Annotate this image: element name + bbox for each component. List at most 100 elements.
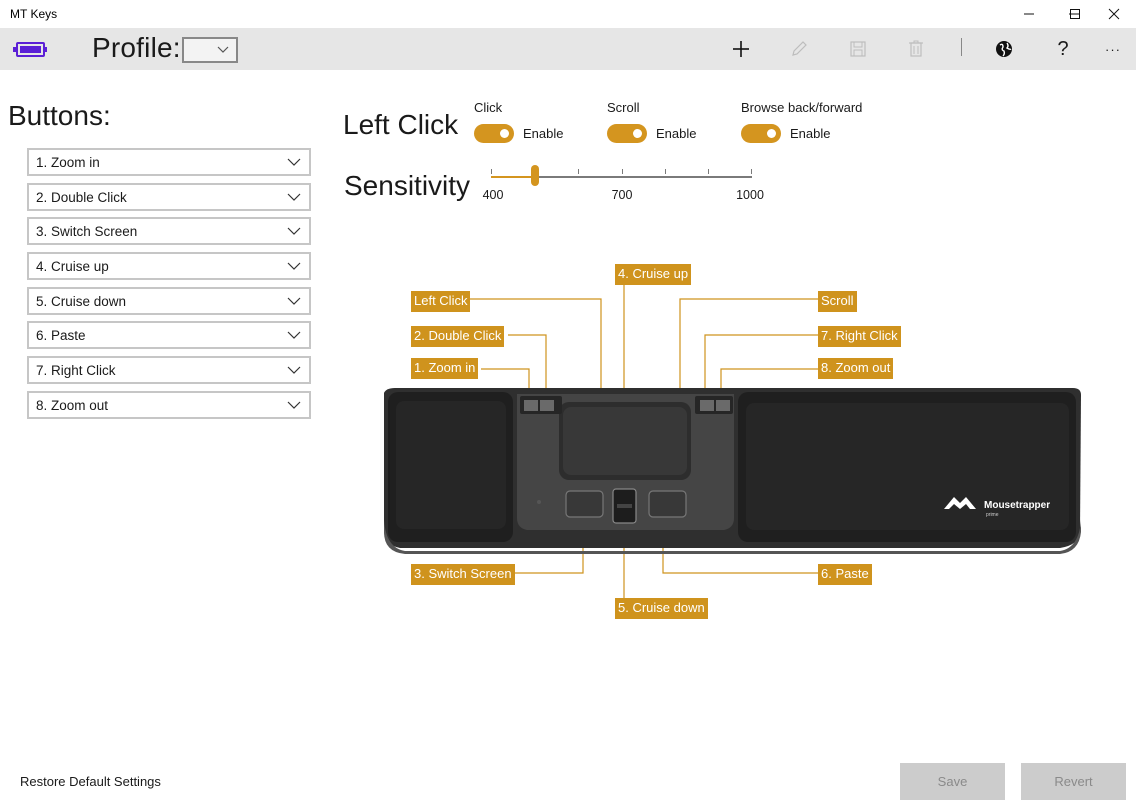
minimize-button-main[interactable]	[1006, 0, 1052, 28]
profile-label: Profile:	[92, 32, 181, 63]
dropdown-label: 6. Paste	[36, 328, 86, 343]
scroll-toggle-state: Enable	[656, 126, 697, 141]
browse-toggle-label: Browse back/forward	[741, 100, 863, 115]
slider-mid-label: 700	[611, 188, 633, 202]
button-5-dropdown[interactable]: 5. Cruise down	[27, 287, 311, 315]
click-toggle-group: Click Enable	[474, 100, 563, 143]
save-button[interactable]: Save	[900, 763, 1005, 800]
browse-toggle-group: Browse back/forward Enable	[741, 100, 863, 143]
edit-button[interactable]	[784, 35, 814, 63]
click-toggle[interactable]	[474, 124, 514, 143]
button-2-dropdown[interactable]: 2. Double Click	[27, 183, 311, 211]
slider-tick	[665, 169, 666, 174]
revert-button[interactable]: Revert	[1021, 763, 1126, 800]
delete-icon	[909, 40, 923, 57]
chevron-down-icon	[287, 262, 301, 270]
scroll-toggle-label: Scroll	[607, 100, 640, 115]
profile-select[interactable]	[182, 37, 238, 63]
button-1-dropdown[interactable]: 1. Zoom in	[27, 148, 311, 176]
maximize-icon	[1070, 9, 1080, 19]
dropdown-label: 3. Switch Screen	[36, 224, 138, 239]
slider-tick	[491, 169, 492, 174]
callout-switch-screen: 3. Switch Screen	[411, 564, 515, 585]
callout-zoom-in: 1. Zoom in	[411, 358, 479, 379]
globe-icon	[996, 41, 1012, 57]
add-button[interactable]	[726, 35, 756, 63]
more-button[interactable]: ···	[1098, 35, 1128, 63]
dropdown-label: 5. Cruise down	[36, 294, 127, 309]
click-toggle-label: Click	[474, 100, 503, 115]
callout-paste: 6. Paste	[818, 564, 872, 585]
callout-double-click: 2. Double Click	[411, 326, 505, 347]
callout-zoom-out: 8. Zoom out	[818, 358, 894, 379]
callout-right-click: 7. Right Click	[818, 326, 901, 347]
save-toolbar-button[interactable]	[843, 35, 873, 63]
toggle-knob	[633, 129, 642, 138]
chevron-down-icon	[287, 193, 301, 201]
sensitivity-slider-thumb[interactable]	[530, 165, 539, 186]
dropdown-label: 7. Right Click	[36, 363, 116, 378]
click-toggle-state: Enable	[523, 126, 564, 141]
toggle-knob	[767, 129, 776, 138]
window-title: MT Keys	[10, 7, 58, 21]
leader-switch-screen	[513, 506, 584, 574]
browse-toggle[interactable]	[741, 124, 781, 143]
slider-tick	[708, 169, 709, 174]
chevron-down-icon	[287, 366, 301, 374]
close-icon	[1108, 8, 1120, 20]
device-model: prime	[986, 512, 999, 518]
minimize-icon	[1024, 13, 1034, 15]
callout-cruise-up: 4. Cruise up	[615, 264, 692, 285]
title-bar: MT Keys	[0, 0, 1136, 28]
close-button[interactable]	[1091, 0, 1136, 28]
slider-tick	[751, 169, 752, 174]
restore-defaults-link[interactable]: Restore Default Settings	[20, 774, 161, 789]
scroll-toggle-group: Scroll Enable	[607, 100, 696, 143]
save-icon	[850, 41, 866, 57]
button-3-dropdown[interactable]: 3. Switch Screen	[27, 217, 311, 245]
add-icon	[733, 41, 749, 57]
chevron-down-icon	[217, 46, 229, 53]
leader-right-click	[704, 334, 819, 406]
sensitivity-slider-fill	[491, 176, 535, 178]
slider-max-label: 1000	[736, 188, 764, 202]
button-8-dropdown[interactable]: 8. Zoom out	[27, 391, 311, 419]
chevron-down-icon	[287, 401, 301, 409]
toggle-knob	[500, 129, 509, 138]
edit-icon	[792, 41, 807, 56]
dropdown-label: 1. Zoom in	[36, 155, 100, 170]
button-4-dropdown[interactable]: 4. Cruise up	[27, 252, 311, 280]
browse-toggle-state: Enable	[790, 126, 831, 141]
slider-tick	[578, 169, 579, 174]
callout-left-click: Left Click	[411, 291, 471, 312]
buttons-heading: Buttons:	[8, 100, 111, 131]
leader-left-click	[470, 298, 602, 450]
leader-scroll	[679, 298, 819, 450]
help-button[interactable]: ?	[1048, 35, 1078, 63]
leader-zoom-in	[481, 368, 530, 406]
chevron-down-icon	[287, 227, 301, 235]
dropdown-label: 4. Cruise up	[36, 259, 109, 274]
left-click-title: Left Click	[343, 109, 459, 140]
sensitivity-title: Sensitivity	[344, 170, 471, 201]
toolbar-separator	[961, 38, 962, 56]
delete-button[interactable]	[901, 35, 931, 63]
leader-zoom-out	[720, 368, 819, 406]
leader-paste	[662, 506, 819, 574]
chevron-down-icon	[287, 331, 301, 339]
device-brand: Mousetrapper	[984, 500, 1050, 511]
button-6-dropdown[interactable]: 6. Paste	[27, 321, 311, 349]
chevron-down-icon	[287, 158, 301, 166]
scroll-toggle[interactable]	[607, 124, 647, 143]
chevron-down-icon	[287, 297, 301, 305]
more-icon: ···	[1105, 41, 1121, 57]
help-icon: ?	[1057, 37, 1069, 60]
mousetrapper-device	[384, 388, 1081, 554]
battery-icon	[13, 42, 47, 57]
slider-tick	[622, 169, 623, 174]
dropdown-label: 2. Double Click	[36, 190, 127, 205]
slider-min-label: 400	[482, 188, 504, 202]
command-bar: Profile: ? ···	[0, 28, 1136, 70]
language-button[interactable]	[989, 35, 1019, 63]
button-7-dropdown[interactable]: 7. Right Click	[27, 356, 311, 384]
